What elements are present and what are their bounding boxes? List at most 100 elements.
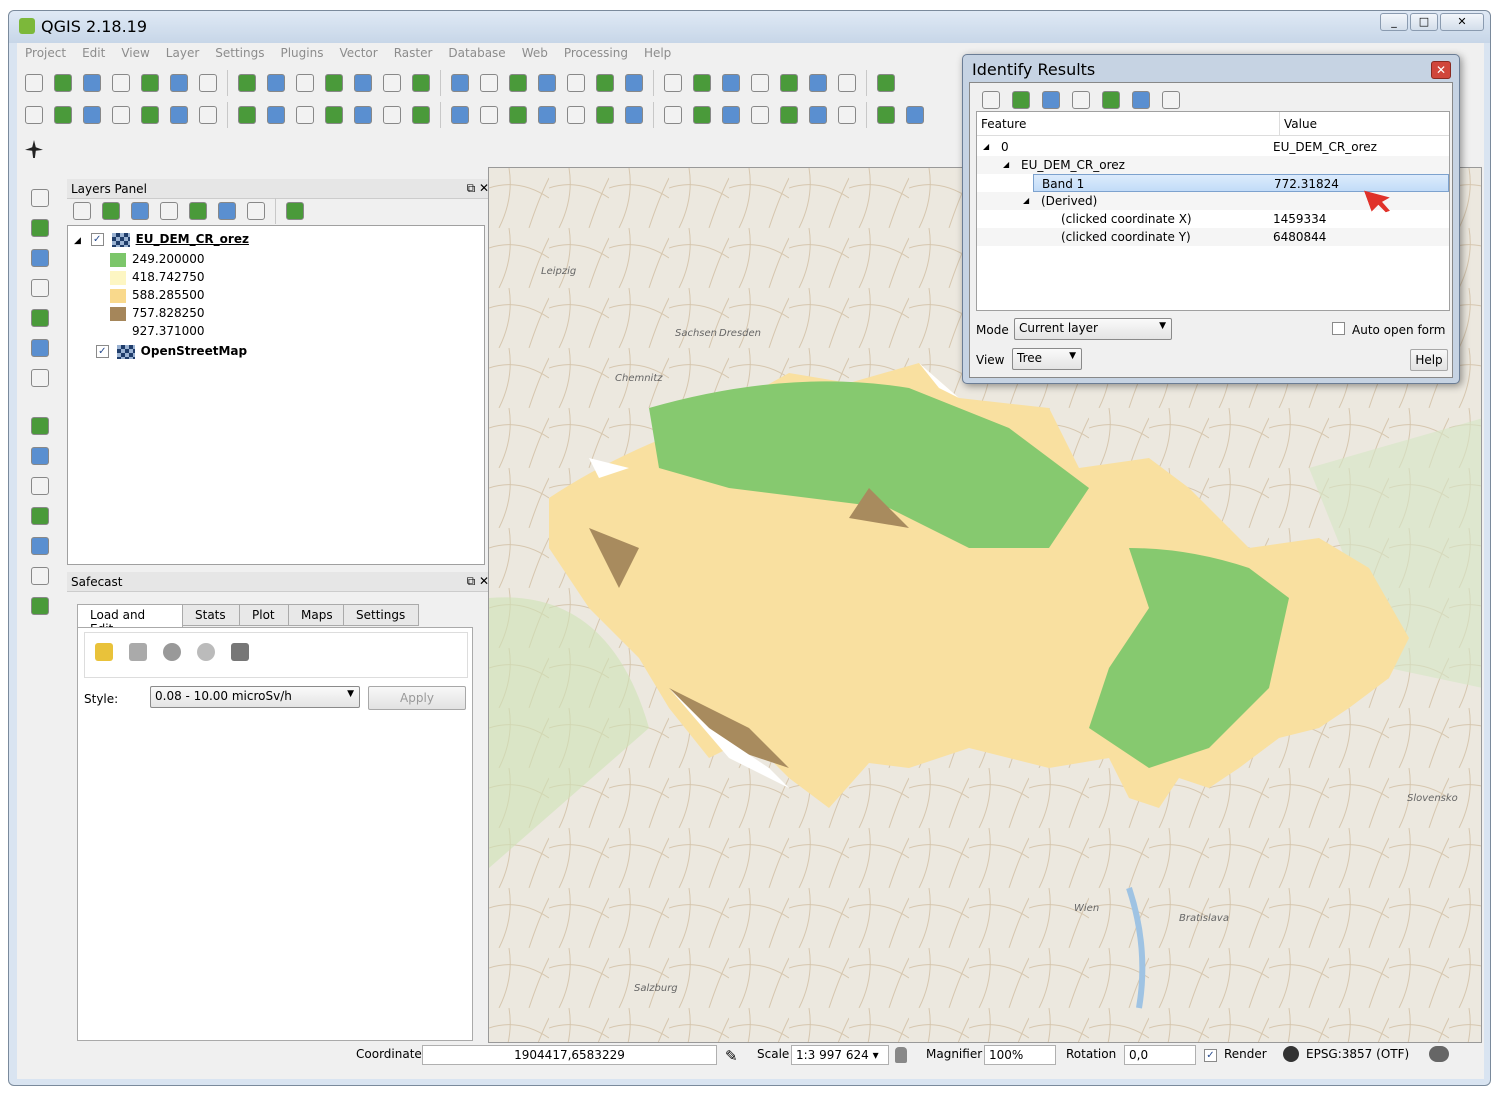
zoom-next-icon[interactable] <box>505 70 531 96</box>
auto-open-form-checkbox[interactable] <box>1332 322 1345 335</box>
add-feature-icon[interactable] <box>776 102 802 128</box>
trash-icon[interactable] <box>227 639 253 665</box>
result-row[interactable]: ◢ 0 EU_DEM_CR_orez <box>977 138 1449 156</box>
style-select[interactable]: 0.08 - 10.00 microSv/h ▼ <box>150 686 360 708</box>
scale-combo[interactable]: 1:3 997 624 ▾ <box>791 1045 889 1065</box>
highlight-labels-icon[interactable] <box>379 102 405 128</box>
load-log-icon[interactable] <box>91 639 117 665</box>
manage-visibility-icon[interactable] <box>127 198 153 224</box>
tab-maps[interactable]: Maps <box>288 604 344 626</box>
zoom-last-icon[interactable] <box>476 70 502 96</box>
zoom-in-icon[interactable] <box>292 70 318 96</box>
airplane-tool-icon[interactable] <box>21 136 47 162</box>
layer-checkbox[interactable]: ✓ <box>95 345 109 358</box>
menu-plugins[interactable]: Plugins <box>272 44 331 64</box>
menu-layer[interactable]: Layer <box>158 44 207 64</box>
zoom-full-icon[interactable] <box>379 70 405 96</box>
add-vector-icon[interactable] <box>27 185 53 211</box>
view-select[interactable]: Tree ▼ <box>1012 348 1082 370</box>
save-edits-icon[interactable] <box>79 102 105 128</box>
new-bookmark-icon[interactable] <box>534 70 560 96</box>
menu-edit[interactable]: Edit <box>74 44 113 64</box>
toggle-editing-icon[interactable] <box>689 102 715 128</box>
tab-stats[interactable]: Stats <box>182 604 240 626</box>
p2-icon[interactable] <box>27 563 53 589</box>
select-by-expression-icon[interactable] <box>718 70 744 96</box>
menu-database[interactable]: Database <box>440 44 513 64</box>
label-icon[interactable] <box>321 102 347 128</box>
zoom-out-icon[interactable] <box>321 70 347 96</box>
add-raster-icon[interactable] <box>27 215 53 241</box>
result-row[interactable]: (clicked coordinate Y) 6480844 <box>977 228 1449 246</box>
clear-highlights-icon[interactable] <box>1098 87 1124 113</box>
result-row[interactable]: Band 1 772.31824 <box>1033 174 1449 192</box>
identify-icon[interactable] <box>621 70 647 96</box>
filter-expression-icon[interactable] <box>185 198 211 224</box>
extents-toggle-icon[interactable]: ✎ <box>725 1047 738 1065</box>
new-project-icon[interactable] <box>873 70 899 96</box>
move-feature-icon[interactable] <box>805 102 831 128</box>
menu-raster[interactable]: Raster <box>386 44 441 64</box>
menu-settings[interactable]: Settings <box>207 44 272 64</box>
rotate-label-icon[interactable] <box>447 102 473 128</box>
expand-icon[interactable]: ◢ <box>74 236 81 246</box>
menu-project[interactable]: Project <box>17 44 74 64</box>
composer-manager-icon[interactable] <box>166 70 192 96</box>
expand-tree-icon[interactable] <box>978 87 1004 113</box>
save-as-icon[interactable] <box>108 70 134 96</box>
add-mssql-icon[interactable] <box>27 305 53 331</box>
pan-to-selection-icon[interactable] <box>195 70 221 96</box>
save-project-icon[interactable] <box>79 70 105 96</box>
sum-icon[interactable] <box>834 70 860 96</box>
collapse-all-icon[interactable] <box>243 198 269 224</box>
add-feature-icon[interactable] <box>108 102 134 128</box>
delete-selected-icon[interactable] <box>195 102 221 128</box>
expand-icon[interactable]: ◢ <box>1023 196 1029 205</box>
tab-settings[interactable]: Settings <box>343 604 419 626</box>
layer-checkbox[interactable]: ✓ <box>90 233 104 246</box>
node-tool-icon[interactable] <box>834 102 860 128</box>
delete-points-icon[interactable] <box>193 639 219 665</box>
add-osm-icon[interactable] <box>27 503 53 529</box>
minimize-button[interactable]: _ <box>1380 13 1408 31</box>
add-postgis-icon[interactable] <box>27 245 53 271</box>
add-virtual-icon[interactable] <box>27 473 53 499</box>
zoom-to-layer-icon[interactable] <box>408 70 434 96</box>
messages-icon[interactable] <box>1429 1046 1449 1062</box>
menu-vector[interactable]: Vector <box>331 44 385 64</box>
expand-icon[interactable]: ◢ <box>983 142 989 151</box>
new-print-composer-icon[interactable] <box>137 70 163 96</box>
crs-button[interactable]: EPSG:3857 (OTF) <box>1306 1047 1409 1061</box>
menu-help[interactable]: Help <box>636 44 679 64</box>
apply-button[interactable]: Apply <box>368 686 466 710</box>
airplane-icon[interactable] <box>563 102 589 128</box>
rotation-spinbox[interactable]: 0,0 <box>1124 1045 1196 1065</box>
column-header-feature[interactable]: Feature <box>981 117 1026 131</box>
move-label-icon[interactable] <box>408 102 434 128</box>
add-spatialite-icon[interactable] <box>27 275 53 301</box>
cut-icon[interactable] <box>902 102 928 128</box>
measure-icon[interactable] <box>660 70 686 96</box>
filter-icon[interactable] <box>156 198 182 224</box>
pin-labels-icon[interactable] <box>350 102 376 128</box>
add-wms-icon[interactable] <box>27 335 53 361</box>
tab-load-and-edit[interactable]: Load and Edit <box>77 604 183 636</box>
maximize-button[interactable]: □ <box>1410 13 1438 31</box>
column-header-value[interactable]: Value <box>1279 112 1317 136</box>
menu-processing[interactable]: Processing <box>556 44 636 64</box>
refresh-icon[interactable] <box>592 70 618 96</box>
clear-results-icon[interactable] <box>1068 87 1094 113</box>
paste-icon[interactable] <box>292 102 318 128</box>
mode-select[interactable]: Current layer ▼ <box>1014 318 1172 340</box>
layer-item-osm[interactable]: ✓ OpenStreetMap <box>74 344 247 362</box>
save-edits-icon[interactable] <box>747 102 773 128</box>
layer-item-dem[interactable]: ◢ ✓ EU_DEM_CR_orez <box>74 232 249 250</box>
node-tool-icon[interactable] <box>166 102 192 128</box>
delete-selected-icon[interactable] <box>873 102 899 128</box>
field-calculator-icon[interactable] <box>27 593 53 619</box>
home-icon[interactable] <box>660 102 686 128</box>
menu-view[interactable]: View <box>113 44 157 64</box>
change-label-icon[interactable] <box>476 102 502 128</box>
new-project-icon[interactable] <box>21 70 47 96</box>
add-delimited-icon[interactable] <box>27 443 53 469</box>
